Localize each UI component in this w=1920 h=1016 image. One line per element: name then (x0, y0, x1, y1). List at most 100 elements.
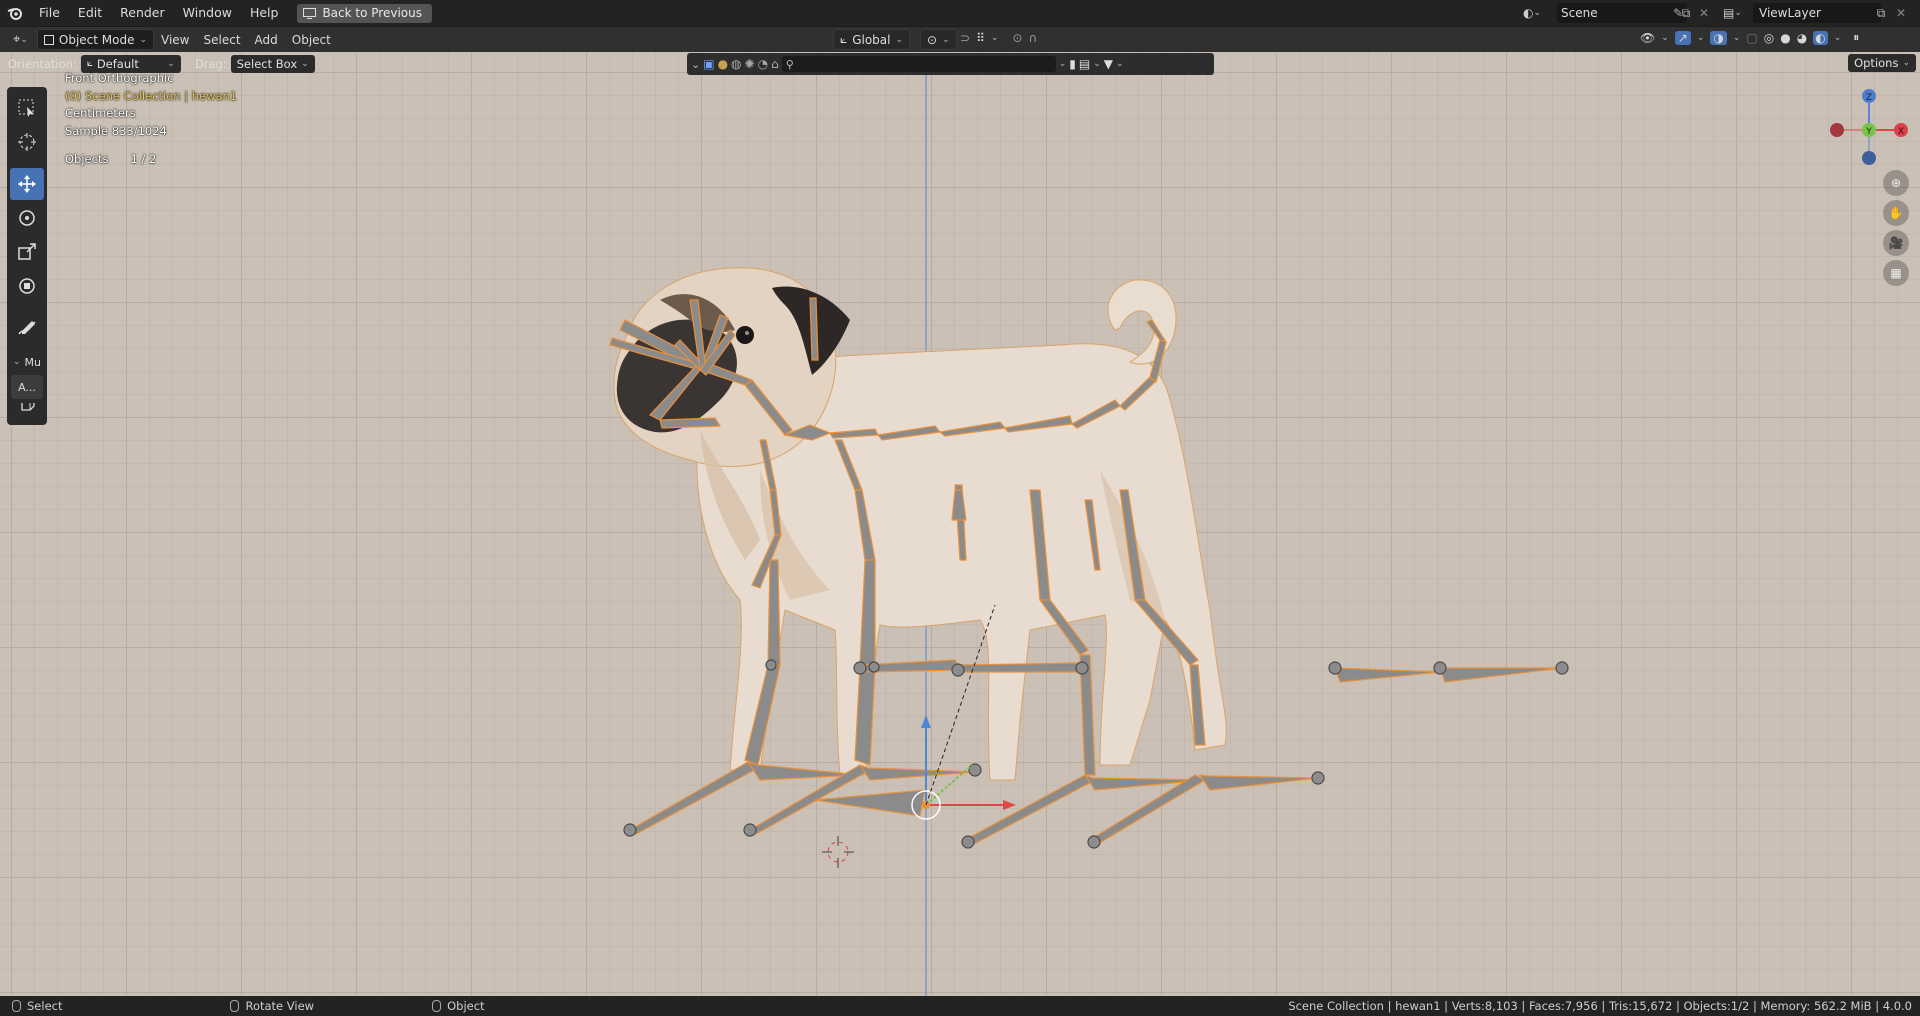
orientation-dd-icon: ⟀ (86, 58, 93, 69)
cursor-icon (18, 133, 36, 151)
cursor-tool[interactable] (10, 126, 44, 158)
filter-world-icon[interactable]: ◔ (758, 57, 768, 71)
object-menu[interactable]: Object (285, 30, 338, 50)
scene-selector-icon[interactable]: ◐ ⌄ (1523, 3, 1553, 23)
subpanel-header[interactable]: ⌄ Mu (7, 351, 47, 373)
bone (1439, 667, 1563, 683)
options-dropdown[interactable]: Options ⌄ (1848, 54, 1916, 72)
shading-wireframe-icon[interactable]: ◎ (1764, 31, 1774, 45)
menu-render[interactable]: Render (111, 0, 174, 26)
proportional-edit-icon[interactable]: ⊙ (1012, 31, 1022, 45)
menu-window[interactable]: Window (174, 0, 241, 26)
pause-icon[interactable]: ⏸ (1853, 30, 1859, 45)
transform-icon (19, 278, 35, 294)
3d-cursor (822, 836, 854, 868)
annotate-icon (18, 321, 36, 335)
layout-icon[interactable]: ▤ (1079, 57, 1090, 71)
pug-mesh (613, 267, 1227, 781)
scale-icon (18, 243, 36, 260)
render-sample: Sample 833/1024 (65, 123, 167, 138)
snap-icon[interactable]: ⊃ (960, 31, 970, 45)
filter-sphere-icon[interactable]: ◍ (731, 57, 741, 71)
menu-file[interactable]: File (30, 0, 69, 26)
search-options-icon[interactable]: ⌄ (1059, 59, 1067, 69)
overlay-icon[interactable]: ◑ (1710, 30, 1727, 45)
collapse-arrow-icon: ⌄ (13, 357, 21, 367)
zoom-button[interactable]: ⊕ (1883, 170, 1909, 196)
view-layer-field[interactable]: ViewLayer (1753, 3, 1881, 23)
drag-dropdown[interactable]: Select Box ⌄ (230, 54, 315, 73)
eye-icon[interactable]: 👁 (1640, 31, 1655, 45)
mode-dropdown[interactable]: Object Mode ⌄ (36, 29, 155, 50)
filter-scene-icon[interactable]: ⌂ (771, 57, 779, 71)
new-scene-icon[interactable]: ⧉ (1677, 4, 1695, 22)
objects-label: Objects (65, 152, 109, 166)
delete-view-layer-icon[interactable]: ✕ (1892, 4, 1910, 22)
scene-field[interactable]: Scene ✎ (1557, 3, 1687, 23)
transform-orientation-dropdown[interactable]: ⟀ Global ⌄ (833, 29, 911, 50)
editor-type-icon: ⌖ (13, 32, 21, 47)
grid-icon: ▦ (1890, 266, 1902, 280)
tool-settings-header: Orientation: ⟀ Default ⌄ Drag: Select Bo… (0, 52, 1920, 75)
drag-value: Select Box (236, 56, 298, 71)
annotate-tool[interactable] (10, 312, 44, 344)
units-label: Centimeters (65, 106, 136, 120)
menu-edit[interactable]: Edit (69, 0, 111, 26)
transform-tool[interactable] (10, 270, 44, 302)
objects-stat: Objects 1 / 2 (65, 151, 237, 169)
shading-solid-icon[interactable]: ● (1780, 31, 1790, 45)
snap-target-icon[interactable]: ⠿ (976, 31, 985, 45)
shading-rendered-icon[interactable]: ◐ (1813, 30, 1828, 45)
subpanel-button-label: A... (18, 380, 36, 394)
scene-name: Scene (1561, 6, 1598, 20)
back-to-previous-button[interactable]: Back to Previous (297, 3, 432, 23)
view-menu[interactable]: View (154, 30, 196, 50)
gizmo-z-label: Z (1866, 93, 1872, 103)
shading-material-icon[interactable]: ◕ (1797, 31, 1807, 45)
status-rotate-label: Rotate View (245, 999, 315, 1013)
blender-logo[interactable] (0, 0, 30, 26)
orientation-label: Orientation: (8, 56, 77, 71)
rotate-tool[interactable] (10, 202, 44, 234)
filter-material-icon[interactable]: ● (718, 57, 728, 71)
new-view-layer-icon[interactable]: ⧉ (1872, 4, 1890, 22)
viewport-info: Front Orthographic (0) Scene Collection … (65, 70, 237, 169)
scale-tool[interactable] (10, 236, 44, 268)
status-bar: Select Rotate View Object Scene Collecti… (0, 996, 1920, 1016)
camera-button[interactable]: 🎥 (1883, 230, 1909, 256)
options-label: Options (1854, 56, 1899, 70)
filter-light-icon[interactable]: ✺ (745, 57, 755, 71)
view-name: Front Orthographic (65, 71, 174, 85)
bone (1334, 667, 1441, 683)
ortho-toggle-button[interactable]: ▦ (1883, 260, 1909, 286)
zoom-icon: ⊕ (1890, 176, 1902, 190)
collapse-icon[interactable]: ⌄ (691, 58, 700, 71)
delete-scene-icon[interactable]: ✕ (1695, 4, 1713, 22)
menu-help[interactable]: Help (241, 0, 288, 26)
pivot-point-dropdown[interactable]: ⊙ ⌄ (920, 29, 957, 50)
view-layer-selector-icon[interactable]: ▤ ⌄ (1723, 3, 1753, 23)
bone (963, 774, 1097, 846)
search-input[interactable]: ⚲ (781, 56, 1056, 72)
move-tool[interactable] (10, 168, 44, 200)
left-subpanel: ⌄ Mu A... (7, 349, 47, 403)
filter-icon[interactable]: ▼ (1104, 57, 1113, 71)
select-menu[interactable]: Select (197, 30, 248, 50)
xray-icon[interactable]: ▢ (1746, 31, 1757, 45)
select-box-tool[interactable] (10, 92, 44, 124)
bone (1198, 774, 1319, 791)
gizmo-icon[interactable]: ↗ (1674, 30, 1691, 45)
status-object: Object (432, 999, 485, 1013)
add-menu[interactable]: Add (248, 30, 285, 50)
pan-button[interactable]: ✋ (1883, 200, 1909, 226)
bone (628, 761, 760, 835)
falloff-icon[interactable]: ∩ (1028, 31, 1037, 45)
subpanel-button[interactable]: A... (11, 375, 43, 399)
bookmark-icon[interactable]: ▮ (1069, 57, 1076, 71)
editor-type-dropdown[interactable]: ⌖ ⌄ (6, 30, 35, 50)
filter-object-icon[interactable]: ▣ (703, 57, 714, 71)
orientation-value: Default (96, 56, 139, 71)
status-select: Select (12, 999, 62, 1013)
3d-viewport[interactable]: Orientation: ⟀ Default ⌄ Drag: Select Bo… (0, 52, 1920, 996)
viewport-scene (609, 60, 1569, 996)
